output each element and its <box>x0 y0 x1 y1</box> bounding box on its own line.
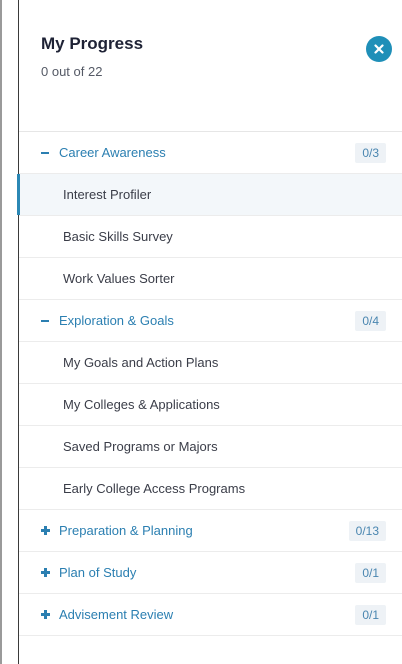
close-button[interactable] <box>366 36 392 62</box>
outer-border <box>0 0 2 664</box>
section-count-badge: 0/3 <box>355 142 386 163</box>
progress-summary: 0 out of 22 <box>41 64 103 79</box>
item-label: My Colleges & Applications <box>63 397 220 412</box>
list-item-my-colleges-applications[interactable]: My Colleges & Applications <box>19 384 402 426</box>
close-icon <box>374 44 384 54</box>
section-label: Plan of Study <box>59 565 137 580</box>
item-label: Interest Profiler <box>63 187 152 202</box>
plus-icon <box>41 610 50 619</box>
minus-icon <box>41 319 49 322</box>
section-advisement-review[interactable]: Advisement Review 0/1 <box>19 594 402 636</box>
list-item-interest-profiler[interactable]: Interest Profiler <box>17 174 402 216</box>
section-label: Exploration & Goals <box>59 313 174 328</box>
progress-list: Career Awareness 0/3 Interest Profiler B… <box>17 132 402 636</box>
minus-icon <box>41 151 49 154</box>
plus-icon <box>41 526 50 535</box>
section-plan-of-study[interactable]: Plan of Study 0/1 <box>19 552 402 594</box>
progress-panel: My Progress 0 out of 22 Career Awareness… <box>17 0 402 664</box>
item-label: Work Values Sorter <box>63 271 175 286</box>
list-item-saved-programs-majors[interactable]: Saved Programs or Majors <box>19 426 402 468</box>
item-label: My Goals and Action Plans <box>63 355 219 370</box>
item-label: Early College Access Programs <box>63 481 246 496</box>
list-item-early-college-access[interactable]: Early College Access Programs <box>19 468 402 510</box>
plus-icon <box>41 568 50 577</box>
progress-header: My Progress 0 out of 22 <box>19 0 402 132</box>
section-label: Career Awareness <box>59 145 166 160</box>
section-preparation-planning[interactable]: Preparation & Planning 0/13 <box>19 510 402 552</box>
section-count-badge: 0/1 <box>355 604 386 625</box>
list-item-work-values-sorter[interactable]: Work Values Sorter <box>19 258 402 300</box>
list-item-my-goals-action-plans[interactable]: My Goals and Action Plans <box>19 342 402 384</box>
section-count-badge: 0/13 <box>348 520 386 541</box>
section-label: Preparation & Planning <box>59 523 193 538</box>
section-count-badge: 0/1 <box>355 562 386 583</box>
section-career-awareness[interactable]: Career Awareness 0/3 <box>19 132 402 174</box>
section-exploration-goals[interactable]: Exploration & Goals 0/4 <box>19 300 402 342</box>
section-count-badge: 0/4 <box>355 310 386 331</box>
section-label: Advisement Review <box>59 607 174 622</box>
item-label: Saved Programs or Majors <box>63 439 218 454</box>
list-item-basic-skills-survey[interactable]: Basic Skills Survey <box>19 216 402 258</box>
item-label: Basic Skills Survey <box>63 229 173 244</box>
panel-title: My Progress <box>41 34 144 53</box>
